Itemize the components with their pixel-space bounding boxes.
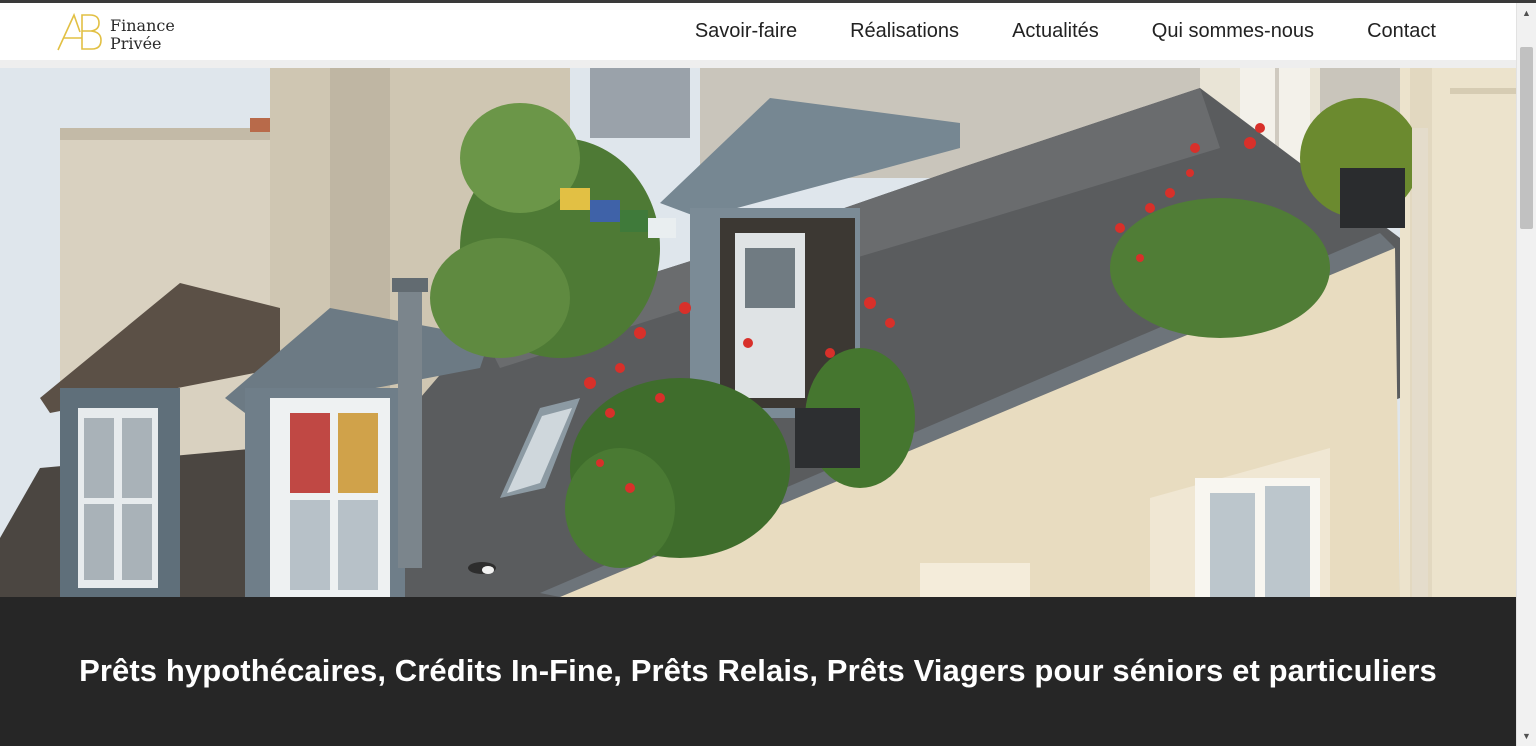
nav-item-savoir-faire[interactable]: Savoir-faire: [695, 20, 797, 43]
header-separator: [0, 60, 1516, 68]
scroll-up-arrow-icon[interactable]: ▲: [1517, 5, 1536, 21]
brand-name-line1: Finance: [110, 16, 175, 35]
main-navigation: Savoir-faire Réalisations Actualités Qui…: [642, 3, 1436, 60]
site-header: Finance Privée Savoir-faire Réalisations…: [0, 3, 1516, 60]
scroll-down-arrow-icon[interactable]: ▼: [1517, 728, 1536, 744]
tagline-text: Prêts hypothécaires, Crédits In-Fine, Pr…: [79, 653, 1437, 688]
scrollbar-thumb[interactable]: [1520, 47, 1533, 229]
logo-ab-icon: [57, 12, 102, 51]
paris-rooftop-photo-icon: [0, 68, 1516, 597]
brand-name: Finance Privée: [110, 17, 175, 53]
brand-name-line2: Privée: [110, 34, 162, 53]
nav-item-realisations[interactable]: Réalisations: [850, 20, 959, 43]
vertical-scrollbar[interactable]: ▲ ▼: [1516, 3, 1536, 746]
hero-image: [0, 68, 1516, 597]
nav-item-qui-sommes-nous[interactable]: Qui sommes-nous: [1152, 20, 1314, 43]
tagline-banner: Prêts hypothécaires, Crédits In-Fine, Pr…: [0, 597, 1516, 746]
brand-logo[interactable]: Finance Privée: [56, 12, 196, 54]
nav-item-actualites[interactable]: Actualités: [1012, 20, 1099, 43]
nav-item-contact[interactable]: Contact: [1367, 20, 1436, 43]
